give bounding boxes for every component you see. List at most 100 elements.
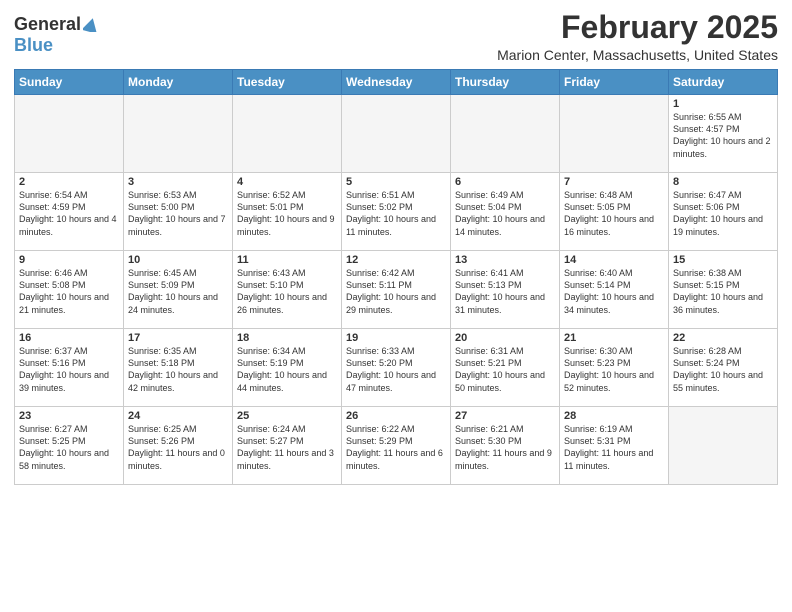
- col-tuesday: Tuesday: [233, 70, 342, 95]
- day-info: Sunrise: 6:52 AM Sunset: 5:01 PM Dayligh…: [237, 189, 337, 238]
- calendar-week-row: 16Sunrise: 6:37 AM Sunset: 5:16 PM Dayli…: [15, 329, 778, 407]
- calendar-cell: 4Sunrise: 6:52 AM Sunset: 5:01 PM Daylig…: [233, 173, 342, 251]
- col-sunday: Sunday: [15, 70, 124, 95]
- col-monday: Monday: [124, 70, 233, 95]
- day-number: 17: [128, 332, 228, 344]
- calendar-cell: 2Sunrise: 6:54 AM Sunset: 4:59 PM Daylig…: [15, 173, 124, 251]
- calendar-cell: 26Sunrise: 6:22 AM Sunset: 5:29 PM Dayli…: [342, 407, 451, 485]
- calendar-cell: 9Sunrise: 6:46 AM Sunset: 5:08 PM Daylig…: [15, 251, 124, 329]
- day-number: 25: [237, 410, 337, 422]
- calendar-cell: 20Sunrise: 6:31 AM Sunset: 5:21 PM Dayli…: [451, 329, 560, 407]
- day-info: Sunrise: 6:34 AM Sunset: 5:19 PM Dayligh…: [237, 345, 337, 394]
- day-info: Sunrise: 6:48 AM Sunset: 5:05 PM Dayligh…: [564, 189, 664, 238]
- calendar-cell: [233, 95, 342, 173]
- day-info: Sunrise: 6:41 AM Sunset: 5:13 PM Dayligh…: [455, 267, 555, 316]
- day-info: Sunrise: 6:19 AM Sunset: 5:31 PM Dayligh…: [564, 423, 664, 472]
- calendar-cell: [669, 407, 778, 485]
- day-number: 26: [346, 410, 446, 422]
- calendar-cell: [124, 95, 233, 173]
- calendar-cell: 6Sunrise: 6:49 AM Sunset: 5:04 PM Daylig…: [451, 173, 560, 251]
- calendar-week-row: 23Sunrise: 6:27 AM Sunset: 5:25 PM Dayli…: [15, 407, 778, 485]
- day-number: 6: [455, 176, 555, 188]
- calendar-cell: 5Sunrise: 6:51 AM Sunset: 5:02 PM Daylig…: [342, 173, 451, 251]
- day-info: Sunrise: 6:37 AM Sunset: 5:16 PM Dayligh…: [19, 345, 119, 394]
- logo-triangle-icon: [83, 18, 99, 32]
- day-number: 19: [346, 332, 446, 344]
- day-number: 20: [455, 332, 555, 344]
- logo-blue: Blue: [14, 35, 53, 56]
- calendar-cell: 11Sunrise: 6:43 AM Sunset: 5:10 PM Dayli…: [233, 251, 342, 329]
- day-number: 15: [673, 254, 773, 266]
- day-number: 4: [237, 176, 337, 188]
- day-number: 8: [673, 176, 773, 188]
- calendar-cell: 16Sunrise: 6:37 AM Sunset: 5:16 PM Dayli…: [15, 329, 124, 407]
- day-number: 24: [128, 410, 228, 422]
- day-info: Sunrise: 6:31 AM Sunset: 5:21 PM Dayligh…: [455, 345, 555, 394]
- calendar-cell: 24Sunrise: 6:25 AM Sunset: 5:26 PM Dayli…: [124, 407, 233, 485]
- calendar-cell: 12Sunrise: 6:42 AM Sunset: 5:11 PM Dayli…: [342, 251, 451, 329]
- calendar-cell: [15, 95, 124, 173]
- title-area: February 2025 Marion Center, Massachuset…: [497, 10, 778, 63]
- day-info: Sunrise: 6:46 AM Sunset: 5:08 PM Dayligh…: [19, 267, 119, 316]
- calendar-cell: 19Sunrise: 6:33 AM Sunset: 5:20 PM Dayli…: [342, 329, 451, 407]
- calendar-week-row: 9Sunrise: 6:46 AM Sunset: 5:08 PM Daylig…: [15, 251, 778, 329]
- day-info: Sunrise: 6:28 AM Sunset: 5:24 PM Dayligh…: [673, 345, 773, 394]
- calendar-week-row: 1Sunrise: 6:55 AM Sunset: 4:57 PM Daylig…: [15, 95, 778, 173]
- logo-general: General: [14, 14, 81, 35]
- day-number: 2: [19, 176, 119, 188]
- day-info: Sunrise: 6:54 AM Sunset: 4:59 PM Dayligh…: [19, 189, 119, 238]
- day-info: Sunrise: 6:51 AM Sunset: 5:02 PM Dayligh…: [346, 189, 446, 238]
- day-info: Sunrise: 6:24 AM Sunset: 5:27 PM Dayligh…: [237, 423, 337, 472]
- day-number: 1: [673, 98, 773, 110]
- day-info: Sunrise: 6:40 AM Sunset: 5:14 PM Dayligh…: [564, 267, 664, 316]
- day-number: 5: [346, 176, 446, 188]
- calendar-cell: 17Sunrise: 6:35 AM Sunset: 5:18 PM Dayli…: [124, 329, 233, 407]
- day-number: 10: [128, 254, 228, 266]
- calendar-cell: 28Sunrise: 6:19 AM Sunset: 5:31 PM Dayli…: [560, 407, 669, 485]
- day-info: Sunrise: 6:42 AM Sunset: 5:11 PM Dayligh…: [346, 267, 446, 316]
- day-number: 18: [237, 332, 337, 344]
- day-number: 13: [455, 254, 555, 266]
- calendar-cell: 18Sunrise: 6:34 AM Sunset: 5:19 PM Dayli…: [233, 329, 342, 407]
- day-info: Sunrise: 6:38 AM Sunset: 5:15 PM Dayligh…: [673, 267, 773, 316]
- calendar-cell: 13Sunrise: 6:41 AM Sunset: 5:13 PM Dayli…: [451, 251, 560, 329]
- day-info: Sunrise: 6:33 AM Sunset: 5:20 PM Dayligh…: [346, 345, 446, 394]
- day-number: 12: [346, 254, 446, 266]
- day-info: Sunrise: 6:35 AM Sunset: 5:18 PM Dayligh…: [128, 345, 228, 394]
- day-number: 11: [237, 254, 337, 266]
- day-number: 7: [564, 176, 664, 188]
- calendar-header-row: Sunday Monday Tuesday Wednesday Thursday…: [15, 70, 778, 95]
- day-number: 16: [19, 332, 119, 344]
- calendar-cell: 23Sunrise: 6:27 AM Sunset: 5:25 PM Dayli…: [15, 407, 124, 485]
- day-number: 9: [19, 254, 119, 266]
- day-info: Sunrise: 6:47 AM Sunset: 5:06 PM Dayligh…: [673, 189, 773, 238]
- logo: General Blue: [14, 14, 99, 56]
- day-number: 3: [128, 176, 228, 188]
- calendar-cell: 21Sunrise: 6:30 AM Sunset: 5:23 PM Dayli…: [560, 329, 669, 407]
- col-friday: Friday: [560, 70, 669, 95]
- month-title: February 2025: [497, 10, 778, 45]
- day-info: Sunrise: 6:45 AM Sunset: 5:09 PM Dayligh…: [128, 267, 228, 316]
- calendar-week-row: 2Sunrise: 6:54 AM Sunset: 4:59 PM Daylig…: [15, 173, 778, 251]
- day-number: 14: [564, 254, 664, 266]
- location: Marion Center, Massachusetts, United Sta…: [497, 47, 778, 63]
- calendar-cell: [560, 95, 669, 173]
- calendar-cell: 7Sunrise: 6:48 AM Sunset: 5:05 PM Daylig…: [560, 173, 669, 251]
- day-info: Sunrise: 6:43 AM Sunset: 5:10 PM Dayligh…: [237, 267, 337, 316]
- calendar-cell: 1Sunrise: 6:55 AM Sunset: 4:57 PM Daylig…: [669, 95, 778, 173]
- calendar-cell: 8Sunrise: 6:47 AM Sunset: 5:06 PM Daylig…: [669, 173, 778, 251]
- col-wednesday: Wednesday: [342, 70, 451, 95]
- day-number: 22: [673, 332, 773, 344]
- calendar-cell: 27Sunrise: 6:21 AM Sunset: 5:30 PM Dayli…: [451, 407, 560, 485]
- day-info: Sunrise: 6:30 AM Sunset: 5:23 PM Dayligh…: [564, 345, 664, 394]
- day-info: Sunrise: 6:22 AM Sunset: 5:29 PM Dayligh…: [346, 423, 446, 472]
- day-info: Sunrise: 6:21 AM Sunset: 5:30 PM Dayligh…: [455, 423, 555, 472]
- calendar-cell: [451, 95, 560, 173]
- day-number: 28: [564, 410, 664, 422]
- calendar-cell: [342, 95, 451, 173]
- calendar-cell: 14Sunrise: 6:40 AM Sunset: 5:14 PM Dayli…: [560, 251, 669, 329]
- calendar-cell: 22Sunrise: 6:28 AM Sunset: 5:24 PM Dayli…: [669, 329, 778, 407]
- calendar-cell: 10Sunrise: 6:45 AM Sunset: 5:09 PM Dayli…: [124, 251, 233, 329]
- calendar-cell: 25Sunrise: 6:24 AM Sunset: 5:27 PM Dayli…: [233, 407, 342, 485]
- day-info: Sunrise: 6:53 AM Sunset: 5:00 PM Dayligh…: [128, 189, 228, 238]
